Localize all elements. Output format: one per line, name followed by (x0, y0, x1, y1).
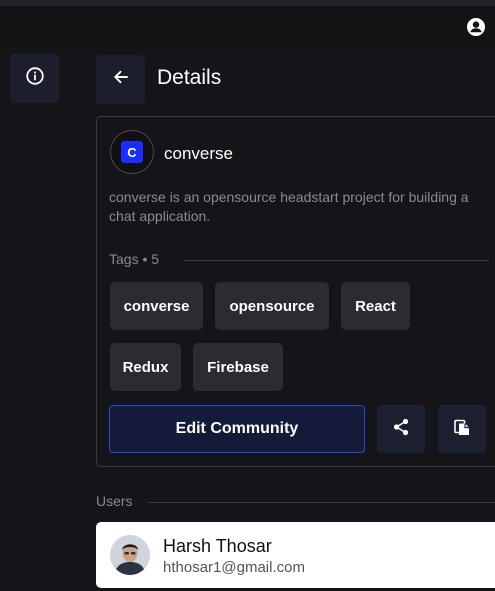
edit-community-button[interactable]: Edit Community (109, 405, 365, 453)
community-description: converse is an opensource headstart proj… (109, 189, 469, 224)
share-button[interactable] (377, 405, 425, 453)
info-icon (25, 67, 44, 90)
users-divider (148, 502, 495, 503)
share-icon (391, 417, 411, 442)
user-list-item[interactable] (96, 522, 495, 588)
user-email: hthosar1@gmail.com (163, 559, 305, 576)
copy-icon (452, 417, 472, 442)
community-avatar: C (110, 130, 154, 174)
tag-redux[interactable]: Redux (110, 343, 181, 391)
user-name: Harsh Thosar (163, 536, 272, 556)
account-circle-icon[interactable] (466, 17, 486, 37)
top-bar (0, 6, 495, 48)
tag-react[interactable]: React (341, 282, 410, 330)
tags-label: Tags • 5 (109, 251, 160, 267)
users-label: Users (96, 493, 133, 509)
tag-converse[interactable]: converse (110, 282, 203, 330)
community-avatar-letter: C (121, 141, 143, 163)
tag-opensource[interactable]: opensource (215, 282, 329, 330)
page-title: Details (157, 66, 222, 89)
copy-button[interactable] (438, 405, 486, 453)
avatar (110, 535, 150, 575)
tag-firebase[interactable]: Firebase (193, 343, 283, 391)
info-button[interactable] (10, 54, 59, 103)
back-button[interactable] (96, 55, 145, 104)
arrow-left-icon (112, 68, 130, 91)
community-name: converse (164, 144, 233, 163)
tags-divider (184, 260, 489, 261)
